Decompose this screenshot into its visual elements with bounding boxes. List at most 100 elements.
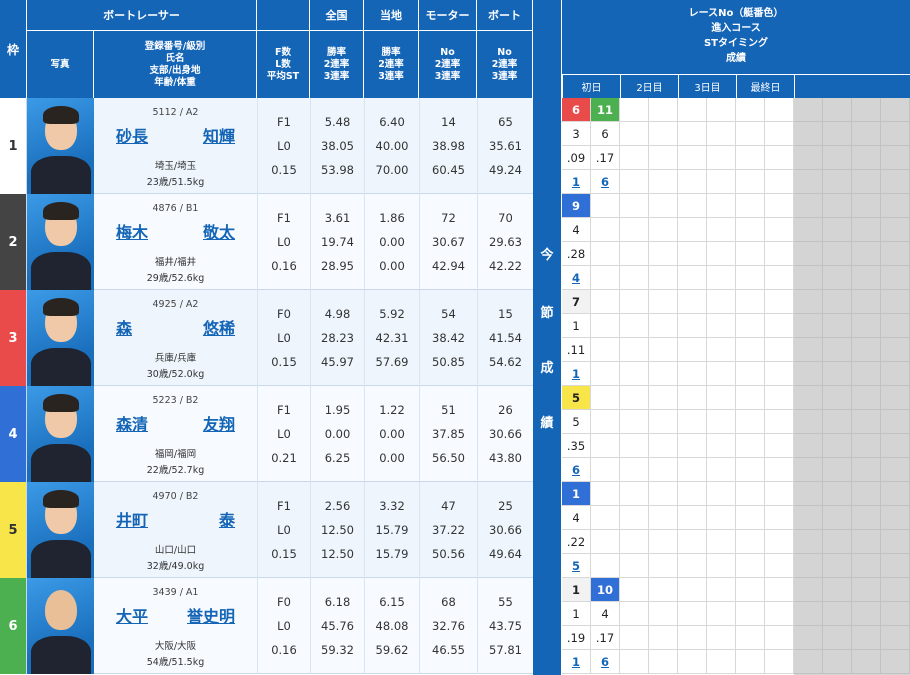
empty-result-cell (620, 290, 649, 314)
motor-no: 72 (441, 211, 456, 225)
unused-result-cell (852, 434, 881, 458)
info-header: 登録番号/級別 氏名 支部/出身地 年齢/体重 (94, 30, 257, 98)
entry-course: 4 (562, 218, 591, 242)
finish-rank-link[interactable]: 6 (591, 170, 620, 194)
racer-given-name[interactable]: 悠稀 (203, 315, 235, 339)
zenkoku-stats: 4.98 28.23 45.97 (310, 290, 364, 386)
unused-result-cell (794, 122, 823, 146)
racer-surname[interactable]: 井町 (116, 507, 148, 531)
empty-result-cell (620, 386, 649, 410)
racer-surname[interactable]: 梅木 (116, 219, 148, 243)
empty-result-cell (620, 314, 649, 338)
rate-line: 勝率 (326, 46, 346, 58)
empty-result-cell (707, 362, 736, 386)
racer-surname[interactable]: 大平 (116, 603, 148, 627)
top3-rate: 45.97 (321, 355, 354, 369)
empty-result-cell (591, 338, 620, 362)
empty-result-cell (678, 314, 707, 338)
racer-given-name[interactable]: 泰 (219, 507, 235, 531)
win-rate: 3.32 (379, 499, 405, 513)
empty-result-cell (678, 578, 707, 602)
empty-result-cell (707, 218, 736, 242)
racer-row: 3 4925 / A2 森 悠稀 兵庫/兵庫 30歳/52.0kg F0 L0 … (0, 290, 533, 386)
empty-result-cell (707, 458, 736, 482)
motor-header: モーター (419, 0, 477, 30)
racer-name-link[interactable]: 森 悠稀 (116, 315, 235, 339)
racer-surname[interactable]: 砂長 (116, 123, 148, 147)
unused-result-cell (881, 602, 910, 626)
results-header-line: 成績 (726, 53, 746, 64)
win-rate: 5.48 (324, 115, 351, 129)
top2-rate: 0.00 (379, 427, 405, 441)
frame-number: 2 (0, 194, 27, 290)
racer-photo[interactable] (27, 194, 94, 290)
day-header: 初日 (562, 74, 620, 98)
unused-result-cell (852, 170, 881, 194)
racer-surname[interactable]: 森 (116, 315, 132, 339)
empty-result-cell (765, 338, 794, 362)
empty-result-cell (707, 506, 736, 530)
racer-group-header: ボートレーサー (27, 0, 257, 30)
racer-photo[interactable] (27, 98, 94, 194)
unused-result-cell (881, 410, 910, 434)
zenkoku-sub-header: 勝率 2連率 3連率 (310, 30, 364, 98)
empty-result-cell (707, 434, 736, 458)
empty-result-cell (591, 386, 620, 410)
st-timing: .35 (562, 434, 591, 458)
empty-result-cell (649, 602, 678, 626)
age-weight: 32歳/49.0kg (146, 561, 205, 572)
finish-rank-link[interactable]: 6 (562, 458, 591, 482)
top3-rate: 0.00 (379, 259, 405, 273)
racer-photo[interactable] (27, 578, 94, 674)
racer-given-name[interactable]: 誉史明 (187, 603, 235, 627)
empty-result-cell (678, 290, 707, 314)
finish-rank-link[interactable]: 5 (562, 554, 591, 578)
empty-result-cell (707, 482, 736, 506)
racer-photo[interactable] (27, 290, 94, 386)
racer-given-name[interactable]: 敬太 (203, 219, 235, 243)
motor-stats: 51 37.85 56.50 (419, 386, 477, 482)
branch-birthplace: 埼玉/埼玉 (154, 161, 197, 172)
finish-rank-link[interactable]: 4 (562, 266, 591, 290)
unused-result-cell (881, 242, 910, 266)
top2-rate: 45.76 (321, 619, 354, 633)
frame-header: 枠 (0, 0, 27, 98)
empty-result-cell (736, 650, 765, 674)
racer-given-name[interactable]: 友翔 (203, 411, 235, 435)
empty-result-cell (765, 626, 794, 650)
empty-result-cell (765, 314, 794, 338)
empty-result-cell (707, 98, 736, 122)
top3-rate: 53.98 (321, 163, 354, 177)
finish-rank-link[interactable]: 1 (562, 362, 591, 386)
f-count: F1 (277, 499, 291, 513)
avg-st: 0.15 (271, 163, 297, 177)
empty-result-cell (736, 362, 765, 386)
win-rate: 6.18 (324, 595, 351, 609)
no-line: 2連率 (491, 58, 518, 70)
motor-stats: 54 38.42 50.85 (419, 290, 477, 386)
racer-surname[interactable]: 森清 (116, 411, 148, 435)
empty-result-cell (678, 170, 707, 194)
unused-result-cell (881, 266, 910, 290)
empty-result-cell (649, 314, 678, 338)
empty-result-cell (765, 266, 794, 290)
finish-rank-link[interactable]: 1 (562, 170, 591, 194)
racer-given-name[interactable]: 知輝 (203, 123, 235, 147)
entry-course: 4 (591, 602, 620, 626)
finish-rank-link[interactable]: 6 (591, 650, 620, 674)
racer-name-link[interactable]: 梅木 敬太 (116, 219, 235, 243)
age-weight: 30歳/52.0kg (146, 369, 205, 380)
racer-name-link[interactable]: 大平 誉史明 (116, 603, 235, 627)
racer-name-link[interactable]: 森清 友翔 (116, 411, 235, 435)
racer-name-link[interactable]: 井町 泰 (116, 507, 235, 531)
racer-photo[interactable] (27, 386, 94, 482)
empty-result-cell (678, 146, 707, 170)
registration-class: 5223 / B2 (152, 395, 199, 406)
finish-rank-link[interactable]: 1 (562, 650, 591, 674)
empty-result-cell (620, 146, 649, 170)
rate-line: 勝率 (381, 46, 401, 58)
empty-result-cell (765, 218, 794, 242)
racer-name-link[interactable]: 砂長 知輝 (116, 123, 235, 147)
racer-photo[interactable] (27, 482, 94, 578)
unused-result-cell (823, 578, 852, 602)
